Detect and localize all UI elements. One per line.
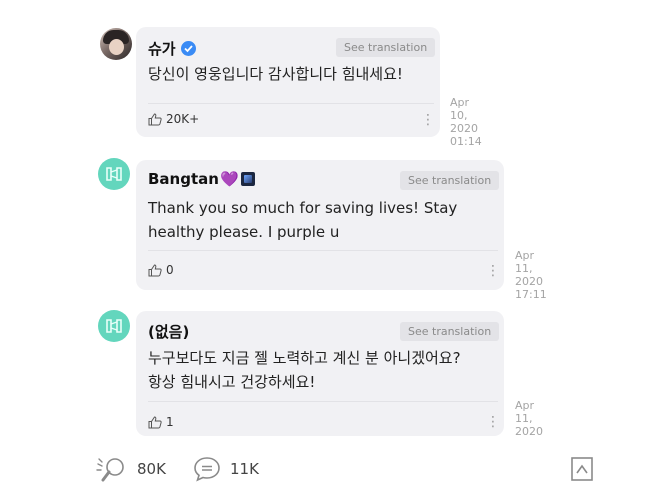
like-count: 1 — [166, 415, 174, 429]
comment-author[interactable]: 슈가 — [148, 38, 196, 59]
author-name[interactable]: 슈가 — [148, 38, 176, 59]
comment-stat-button[interactable]: 11K — [192, 455, 259, 483]
bangtan-logo-icon — [106, 167, 122, 181]
comments-total: 11K — [230, 460, 259, 478]
user-avatar[interactable] — [100, 28, 132, 60]
see-translation-button[interactable]: See translation — [400, 171, 500, 190]
comment-divider — [148, 103, 434, 104]
comment-date: Apr 10, 2020 01:14 — [450, 96, 482, 148]
see-translation-button[interactable]: See translation — [336, 38, 436, 57]
emoji-icon — [240, 172, 255, 186]
like-icon — [96, 458, 124, 482]
like-button[interactable]: 1 — [148, 415, 174, 429]
thumbs-up-icon — [148, 263, 162, 276]
comment-date: Apr 11, 2020 — [515, 399, 543, 438]
comment-text: 당신이 영웅입니다 감사합니다 힘내세요! — [148, 65, 403, 83]
purple-heart-emoji: 💜 — [219, 170, 239, 188]
comment-bubble-icon — [194, 457, 220, 482]
comment-text: 누구보다도 지금 젤 노력하고 계신 분 아니겠어요? 항상 힘내시고 건강하세… — [148, 349, 461, 391]
thumbs-up-icon — [148, 415, 162, 428]
bangtan-logo-avatar[interactable] — [98, 310, 130, 342]
author-name[interactable]: Bangtan — [148, 170, 219, 188]
likes-total: 80K — [137, 460, 166, 478]
comment-author[interactable]: Bangtan 💜 — [148, 170, 255, 188]
like-stat-button[interactable]: 80K — [95, 455, 166, 483]
comment-author[interactable]: (없음) — [148, 321, 189, 342]
more-options-icon[interactable]: ⋮ — [486, 415, 500, 429]
comment-date: Apr 11, 2020 17:11 — [515, 249, 547, 301]
like-button[interactable]: 20K+ — [148, 112, 199, 126]
like-count: 0 — [166, 263, 174, 277]
comment-text: Thank you so much for saving lives! Stay… — [148, 199, 458, 241]
thumbs-up-icon — [148, 112, 162, 125]
bookmark-icon — [571, 457, 593, 481]
more-options-icon[interactable]: ⋮ — [486, 264, 500, 278]
like-count: 20K+ — [166, 112, 200, 126]
comment-divider — [148, 250, 498, 251]
like-button[interactable]: 0 — [148, 263, 174, 277]
bookmark-button[interactable] — [570, 456, 594, 486]
more-options-icon[interactable]: ⋮ — [421, 113, 435, 127]
verified-badge-icon — [180, 41, 196, 56]
bangtan-logo-avatar[interactable] — [98, 158, 130, 190]
bangtan-logo-icon — [106, 319, 122, 333]
see-translation-button[interactable]: See translation — [400, 322, 500, 341]
comment-divider — [148, 401, 498, 402]
